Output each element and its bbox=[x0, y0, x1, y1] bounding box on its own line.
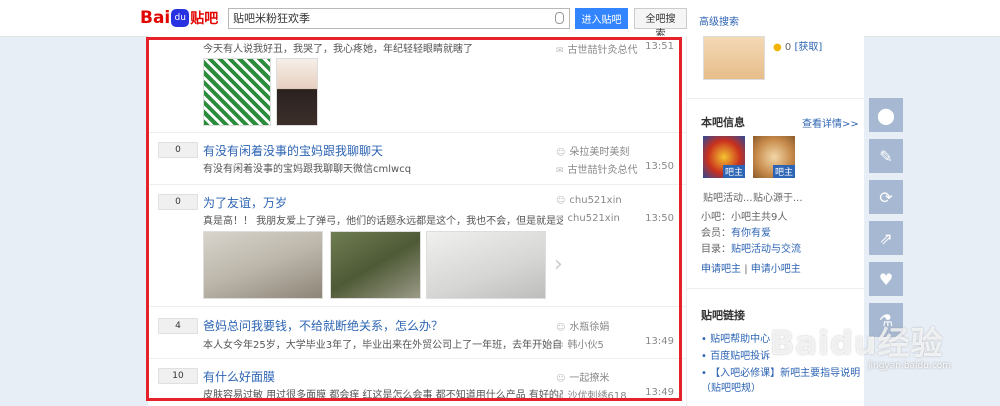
thread-title[interactable]: 有什么好面膜 bbox=[203, 368, 275, 385]
thread-abstract: 本人女今年25岁，大学毕业3年了，毕业出来在外贸公司上了一年班，去年开始自己..… bbox=[203, 340, 563, 351]
thread-time: 13:49 bbox=[645, 336, 674, 347]
side-toolbar: ⬤ ✎ ⟳ ⇗ ♥ ⚗ bbox=[869, 98, 903, 344]
thread-item[interactable]: 4 爸妈总问我要钱，不给就断绝关系，怎么办？ 本人女今年25岁，大学毕业3年了，… bbox=[148, 306, 686, 359]
directory-value[interactable]: 贴吧活动与交流 bbox=[731, 244, 801, 255]
thread-author[interactable]: chu521xin bbox=[556, 195, 621, 206]
top-bar: Bai du 贴吧 进入贴吧 全吧搜索 高级搜索 bbox=[0, 0, 1000, 40]
global-search-button[interactable]: 全吧搜索 bbox=[634, 8, 687, 40]
slingshot-photo-1[interactable] bbox=[203, 231, 323, 299]
points-value: 0 bbox=[784, 42, 792, 53]
thread-title[interactable]: 有没有闲着没事的宝妈跟我聊聊天 bbox=[203, 142, 383, 159]
member-row: 会员：有你有爱 bbox=[701, 224, 771, 239]
thread-abstract: 皮肤容易过敏 用过很多面膜 都会痒 红这是怎么会事 都不知道用什么产品 有好的产… bbox=[203, 390, 563, 401]
owner-avatar-1[interactable]: 吧主 bbox=[703, 136, 745, 178]
enter-tieba-button[interactable]: 进入贴吧 bbox=[575, 8, 628, 29]
directory-key: 目录： bbox=[701, 244, 731, 255]
divider bbox=[687, 98, 864, 99]
separator: | bbox=[744, 264, 748, 275]
view-details-link[interactable]: 查看详情>> bbox=[802, 115, 859, 130]
slingshot-photo-3[interactable] bbox=[426, 231, 546, 299]
reply-count: 0 bbox=[158, 142, 198, 158]
thread-author[interactable]: 一起撩米 bbox=[556, 369, 609, 384]
thread-last-reply-author[interactable]: 韩小伙5 bbox=[556, 336, 604, 351]
xiaoba-row: 小吧：小吧主共9人 bbox=[701, 208, 787, 223]
owner-badge: 吧主 bbox=[772, 165, 795, 178]
link-rules[interactable]: （贴吧吧规） bbox=[701, 379, 761, 394]
xiaoba-key: 小吧： bbox=[701, 212, 731, 223]
thread-author[interactable]: 水瓶徐娟 bbox=[556, 318, 609, 333]
member-value[interactable]: 有你有爱 bbox=[731, 228, 771, 239]
user-avatar[interactable] bbox=[703, 36, 765, 80]
search-box[interactable] bbox=[228, 8, 570, 29]
owner-avatar-2[interactable]: 吧主 bbox=[753, 136, 795, 178]
edit-icon[interactable]: ✎ bbox=[869, 139, 903, 173]
thread-time: 13:50 bbox=[645, 161, 674, 172]
thread-time: 13:49 bbox=[645, 387, 674, 398]
paw-icon: du bbox=[171, 9, 190, 27]
directory-row: 目录：贴吧活动与交流 bbox=[701, 240, 801, 255]
divider bbox=[687, 288, 864, 289]
reply-count: 10 bbox=[158, 368, 198, 384]
thread-title[interactable]: 为了友谊，万岁 bbox=[203, 194, 287, 211]
refresh-icon[interactable]: ⟳ bbox=[869, 180, 903, 214]
thread-abstract: 有没有闲着没事的宝妈跟我聊聊天微信cmlwcq bbox=[203, 164, 412, 175]
link-complaint[interactable]: • 百度贴吧投诉 bbox=[701, 347, 770, 362]
thread-author[interactable]: 朵拉美时美刻 bbox=[556, 143, 629, 158]
xiaoba-value[interactable]: 小吧主共9人 bbox=[731, 212, 787, 223]
member-key: 会员： bbox=[701, 228, 731, 239]
logo-tieba-text: 贴吧 bbox=[190, 11, 219, 27]
thread-title[interactable]: 爸妈总问我要钱，不给就断绝关系，怎么办？ bbox=[203, 317, 443, 334]
thread-abstract: 真是高！！ 我朋友爱上了弹弓，他们的话题永远都是这个，我也不会，但是就是这样..… bbox=[203, 216, 563, 227]
slingshot-photo-2[interactable] bbox=[330, 231, 421, 299]
share-icon[interactable]: ⇗ bbox=[869, 221, 903, 255]
apply-owner-link[interactable]: 申请吧主 bbox=[701, 264, 741, 275]
portrait-image[interactable] bbox=[276, 58, 318, 126]
thread-last-reply-author[interactable]: chu521xin bbox=[556, 213, 620, 224]
bar-info-title: 本吧信息 bbox=[701, 116, 745, 129]
baidu-jingyan-watermark: Baidu经验 bbox=[770, 324, 944, 362]
qr-code-image[interactable] bbox=[203, 58, 271, 126]
chevron-right-icon[interactable]: › bbox=[554, 252, 563, 277]
thread-item[interactable]: 10 有什么好面膜 皮肤容易过敏 用过很多面膜 都会痒 红这是怎么会事 都不知道… bbox=[148, 358, 686, 406]
advanced-search-link[interactable]: 高级搜索 bbox=[699, 13, 739, 28]
apply-small-owner-link[interactable]: 申请小吧主 bbox=[751, 264, 801, 275]
tieba-logo[interactable]: Bai du 贴吧 bbox=[140, 7, 218, 29]
apply-row: 申请吧主 | 申请小吧主 bbox=[701, 260, 801, 275]
coin-icon: ● bbox=[773, 42, 782, 53]
thread-list: 今天有人说我好丑，我哭了，我心疼她，年纪轻轻眼睛就瞎了 古世喆针灸总代 13:5… bbox=[148, 36, 686, 406]
links-title: 贴吧链接 bbox=[701, 309, 745, 322]
thread-time: 13:50 bbox=[645, 213, 674, 224]
logo-bai-text: Bai bbox=[140, 8, 171, 28]
owner-name-2[interactable]: 贴心源于... bbox=[753, 189, 803, 204]
reply-count: 0 bbox=[158, 194, 198, 210]
reply-count: 4 bbox=[158, 318, 198, 334]
location-icon[interactable]: ⬤ bbox=[869, 98, 903, 132]
thread-item[interactable]: 今天有人说我好丑，我哭了，我心疼她，年纪轻轻眼睛就瞎了 古世喆针灸总代 13:5… bbox=[148, 36, 686, 133]
thread-last-reply-author[interactable]: 古世喆针灸总代 bbox=[556, 161, 638, 176]
get-points-link[interactable]: [获取] bbox=[794, 42, 822, 53]
owner-badge: 吧主 bbox=[722, 165, 745, 178]
thread-time: 13:51 bbox=[645, 41, 674, 52]
link-help-center[interactable]: • 贴吧帮助中心 bbox=[701, 330, 770, 345]
thread-item[interactable]: 0 为了友谊，万岁 真是高！！ 我朋友爱上了弹弓，他们的话题永远都是这个，我也不… bbox=[148, 184, 686, 307]
thread-last-reply-author[interactable]: 古世喆针灸总代 bbox=[556, 41, 638, 56]
microphone-icon[interactable] bbox=[555, 12, 564, 24]
heart-icon[interactable]: ♥ bbox=[869, 262, 903, 296]
owner-name-1[interactable]: 贴吧活动... bbox=[703, 189, 753, 204]
search-input[interactable] bbox=[229, 9, 537, 26]
thread-abstract: 今天有人说我好丑，我哭了，我心疼她，年纪轻轻眼睛就瞎了 bbox=[203, 44, 473, 55]
thread-last-reply-author[interactable]: 沙优刺绣618 bbox=[556, 387, 627, 402]
points-row: ● 0 [获取] bbox=[773, 38, 822, 53]
watermark-url: jingyan.baidu.com bbox=[868, 361, 952, 371]
link-guide[interactable]: • 【入吧必修课】新吧主要指导说明 bbox=[701, 364, 860, 379]
thread-item[interactable]: 0 有没有闲着没事的宝妈跟我聊聊天 有没有闲着没事的宝妈跟我聊聊天微信cmlwc… bbox=[148, 132, 686, 185]
